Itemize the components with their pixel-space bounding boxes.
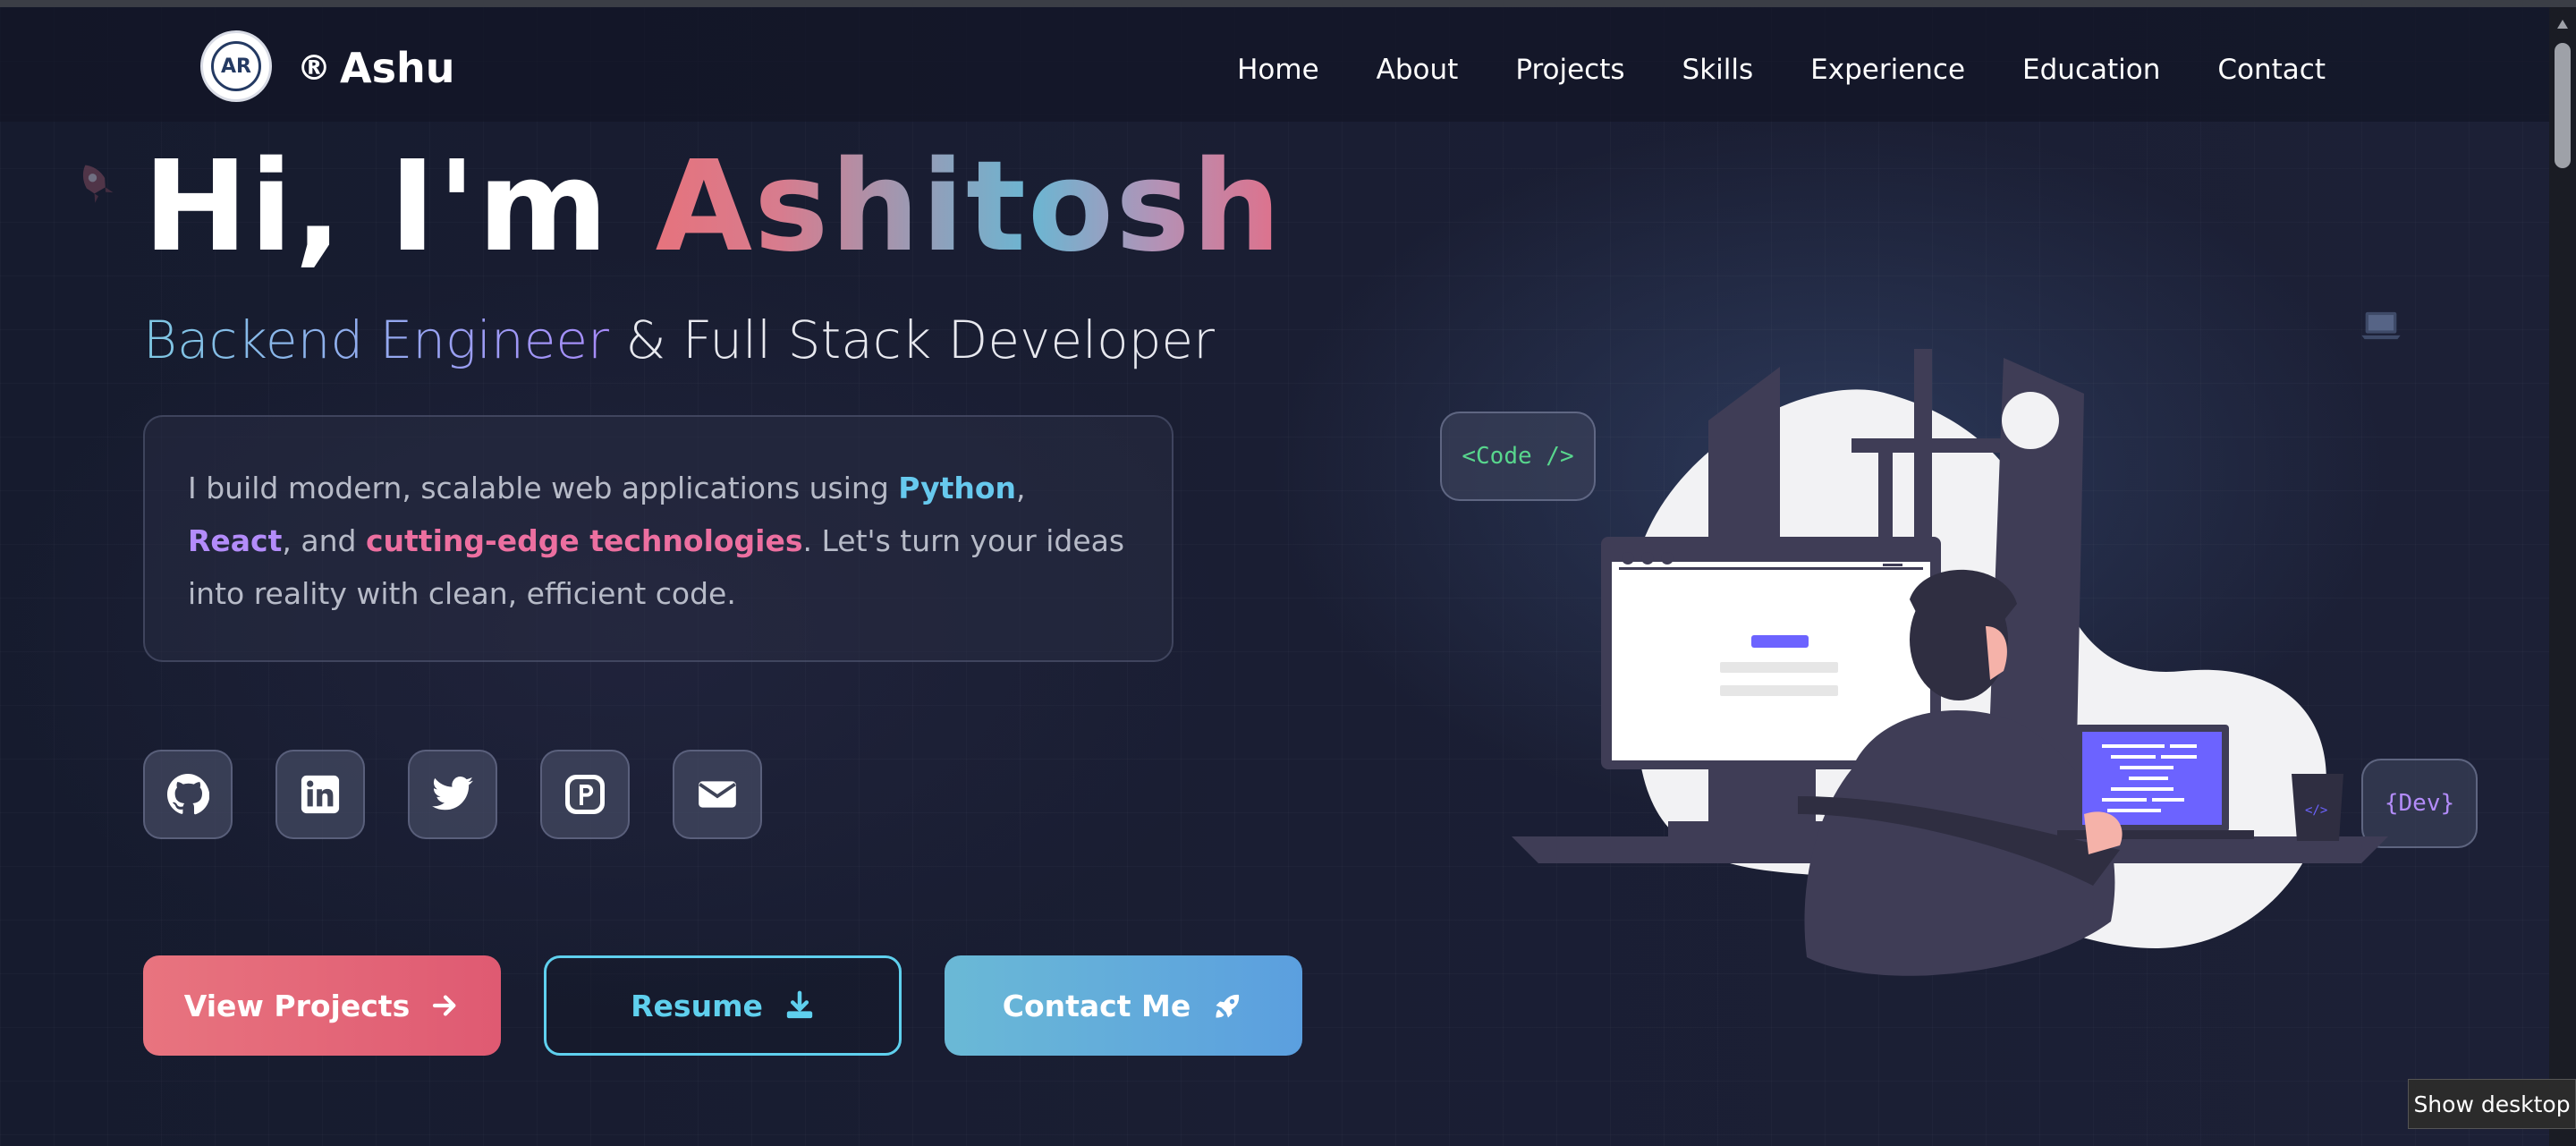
registered-mark: ® [297, 48, 331, 88]
show-desktop-tooltip: Show desktop [2408, 1079, 2576, 1129]
arrow-right-icon [433, 995, 456, 1016]
description-card: I build modern, scalable web application… [143, 415, 1174, 662]
nav-contact[interactable]: Contact [2217, 54, 2326, 86]
window-top-strip [0, 0, 2576, 7]
brand[interactable]: ® Ashu [297, 43, 454, 93]
moon-shape [2002, 392, 2059, 449]
screen-line-1 [1720, 662, 1838, 673]
hero-greeting: Hi, I'm [143, 134, 656, 280]
resume-button[interactable]: Resume [544, 955, 902, 1056]
twitter-icon [432, 777, 473, 811]
nav-home[interactable]: Home [1237, 54, 1319, 86]
nav-education[interactable]: Education [2022, 54, 2160, 86]
rocket-icon [1216, 994, 1240, 1018]
social-links [143, 750, 762, 839]
subtitle-accent: Backend Engineer [143, 310, 609, 370]
menu-line-3 [1883, 564, 1902, 566]
screen-line-2 [1720, 685, 1838, 696]
twitter-link[interactable] [408, 750, 497, 839]
linkedin-icon [301, 775, 340, 814]
github-link[interactable] [143, 750, 233, 839]
desc-comma: , [1016, 471, 1026, 505]
producthunt-icon [565, 775, 605, 814]
menu-line-1 [1883, 553, 1902, 556]
resume-label: Resume [631, 988, 763, 1023]
contact-me-label: Contact Me [1002, 988, 1191, 1023]
producthunt-link[interactable] [540, 750, 630, 839]
hero-title: Hi, I'm Ashitosh [143, 134, 1283, 280]
subtitle-rest: & Full Stack Developer [608, 310, 1215, 370]
scroll-up-arrow-icon[interactable] [2557, 20, 2568, 29]
logo-monogram: AR [211, 41, 261, 91]
hero-subtitle: Backend Engineer & Full Stack Developer [143, 310, 1215, 370]
logo[interactable]: AR [200, 30, 272, 102]
brand-name: Ashu [340, 44, 455, 92]
scrollbar-thumb[interactable] [2555, 43, 2571, 168]
view-projects-label: View Projects [183, 988, 411, 1023]
monitor-toolbar-line [1619, 567, 1923, 570]
screen-button [1751, 635, 1809, 648]
view-projects-button[interactable]: View Projects [143, 955, 501, 1056]
email-icon [699, 781, 736, 808]
hero-name: Ashitosh [655, 134, 1284, 280]
navbar: AR ® Ashu Home About Projects Skills Exp… [0, 7, 2549, 122]
menu-line-2 [1883, 558, 1902, 561]
developer-illustration: </> [1512, 349, 2388, 976]
nav-about[interactable]: About [1377, 54, 1459, 86]
scrollbar[interactable] [2549, 7, 2576, 1146]
window-dot-2 [1641, 552, 1654, 565]
mug-code-tag: </> [2305, 803, 2327, 818]
nav-experience[interactable]: Experience [1810, 54, 1965, 86]
linkedin-link[interactable] [275, 750, 365, 839]
window-dot-1 [1622, 552, 1634, 565]
contact-me-button[interactable]: Contact Me [945, 955, 1302, 1056]
github-icon [167, 774, 209, 815]
window-dot-3 [1661, 552, 1674, 565]
nav-skills[interactable]: Skills [1682, 54, 1754, 86]
desc-cutting-edge: cutting-edge technologies [365, 523, 803, 558]
nav-projects[interactable]: Projects [1515, 54, 1624, 86]
desc-part-1: I build modern, scalable web application… [188, 471, 899, 505]
monitor-stand [1726, 769, 1816, 823]
monitor-screen [1612, 562, 1930, 760]
email-link[interactable] [673, 750, 762, 839]
desc-python: Python [898, 471, 1017, 505]
download-icon [786, 990, 813, 1019]
main-nav: Home About Projects Skills Experience Ed… [1237, 54, 2326, 86]
desc-part-2: , and [282, 523, 366, 558]
desc-react: React [188, 523, 283, 558]
